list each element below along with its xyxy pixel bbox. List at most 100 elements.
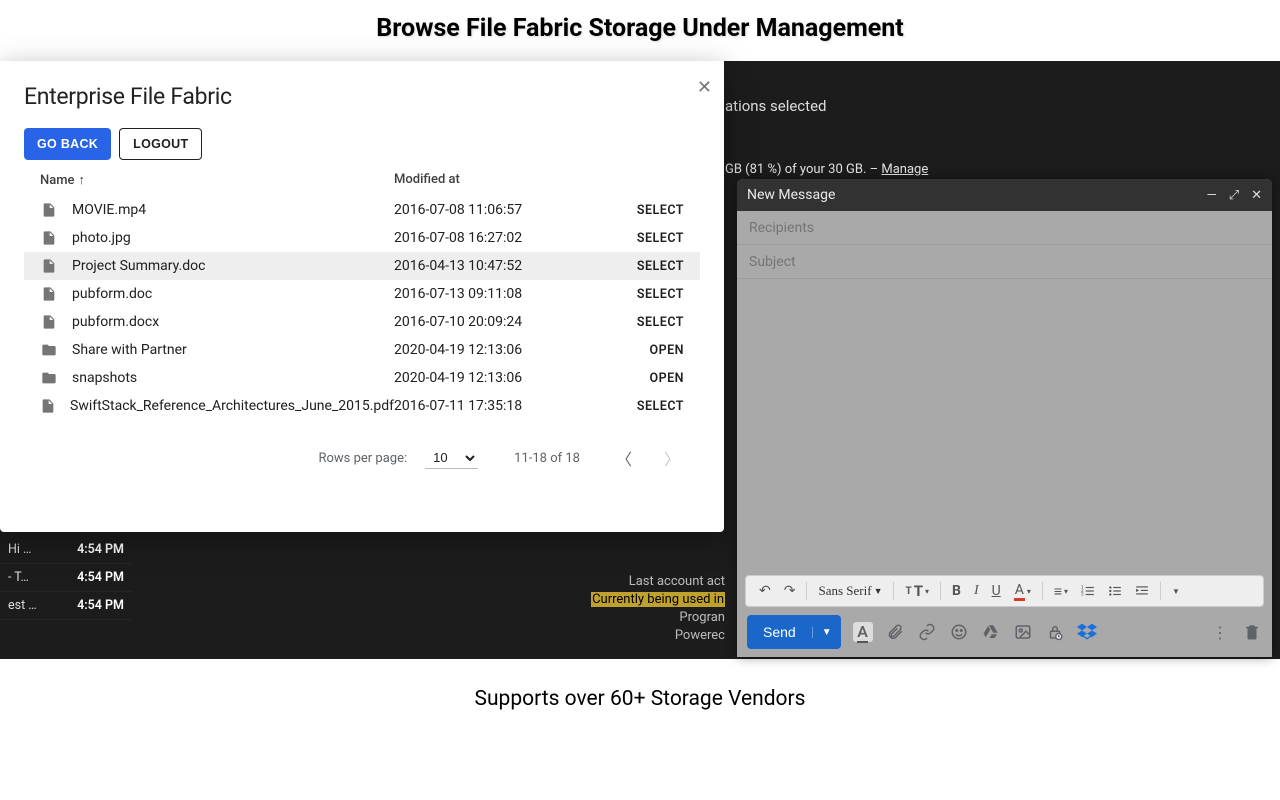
table-row[interactable]: pubform.doc 2016-07-13 09:11:08 SELECT (24, 280, 700, 308)
select-button[interactable]: SELECT (594, 231, 684, 246)
file-name: MOVIE.mp4 (72, 202, 146, 218)
folder-icon (40, 341, 58, 359)
emoji-icon[interactable] (949, 622, 969, 642)
subject-field[interactable]: Subject (737, 245, 1272, 279)
table-row[interactable]: pubform.docx 2016-07-10 20:09:24 SELECT (24, 308, 700, 336)
open-button[interactable]: OPEN (594, 343, 684, 358)
select-button[interactable]: SELECT (594, 287, 684, 302)
compose-body[interactable] (737, 279, 1272, 575)
confidential-icon[interactable] (1045, 622, 1065, 642)
file-icon (40, 229, 58, 247)
inbox-row[interactable]: est …4:54 PM (0, 592, 132, 620)
storage-usage-partial: GB (81 %) of your 30 GB. – Manage (725, 162, 928, 177)
send-options-icon[interactable]: ▼ (812, 627, 841, 638)
table-row[interactable]: SwiftStack_Reference_Architectures_June_… (24, 392, 700, 420)
open-button[interactable]: OPEN (594, 371, 684, 386)
page-subtitle: Supports over 60+ Storage Vendors (0, 659, 1280, 739)
column-modified[interactable]: Modified at (394, 172, 594, 188)
modified-at: 2016-04-13 10:47:52 (394, 258, 594, 274)
file-icon (40, 201, 58, 219)
table-row[interactable]: snapshots 2020-04-19 12:13:06 OPEN (24, 364, 700, 392)
file-icon (40, 397, 56, 415)
minimize-icon[interactable]: — (1207, 188, 1217, 203)
logout-button[interactable]: LOGOUT (119, 128, 202, 160)
dropbox-icon[interactable] (1077, 622, 1097, 642)
sort-ascending-icon: ↑ (79, 172, 86, 188)
formatting-toolbar: ↶ ↷ Sans Serif ▼ TT ▾ B I U A ▾ ≡ ▾ 123 … (745, 575, 1264, 607)
italic-icon[interactable]: I (969, 580, 984, 602)
compose-window: New Message — ⤢ ✕ Recipients Subject ↶ ↷… (737, 179, 1272, 657)
table-row[interactable]: photo.jpg 2016-07-08 16:27:02 SELECT (24, 224, 700, 252)
file-name: photo.jpg (72, 230, 131, 246)
next-page-icon[interactable]: 〉 (664, 446, 680, 470)
compose-title: New Message (747, 187, 835, 203)
table-row[interactable]: Project Summary.doc 2016-04-13 10:47:52 … (24, 252, 700, 280)
file-name: Project Summary.doc (72, 258, 205, 274)
page-title: Browse File Fabric Storage Under Managem… (0, 0, 1280, 61)
table-row[interactable]: Share with Partner 2020-04-19 12:13:06 O… (24, 336, 700, 364)
go-back-button[interactable]: GO BACK (24, 128, 111, 160)
pagination: Rows per page: 10 11-18 of 18 〈 〉 (24, 420, 700, 470)
modified-at: 2016-07-11 17:35:18 (394, 398, 594, 414)
file-name: Share with Partner (72, 342, 187, 358)
rows-per-page-select[interactable]: 10 (425, 447, 478, 469)
align-icon[interactable]: ≡ ▾ (1049, 580, 1073, 603)
select-button[interactable]: SELECT (594, 259, 684, 274)
folder-icon (40, 369, 58, 387)
drive-icon[interactable] (981, 622, 1001, 642)
image-icon[interactable] (1013, 622, 1033, 642)
file-icon (40, 257, 58, 275)
account-activity-block: Last account act Currently being used in… (591, 573, 725, 645)
inbox-row[interactable]: Hi …4:54 PM (0, 536, 132, 564)
modal-title: Enterprise File Fabric (24, 83, 700, 110)
file-name: SwiftStack_Reference_Architectures_June_… (70, 398, 394, 414)
send-button[interactable]: Send ▼ (747, 615, 841, 649)
file-name: pubform.doc (72, 286, 152, 302)
attach-icon[interactable] (885, 622, 905, 642)
select-button[interactable]: SELECT (594, 399, 684, 414)
selection-status-partial: ations selected (725, 97, 826, 115)
modified-at: 2020-04-19 12:13:06 (394, 370, 594, 386)
file-name: snapshots (72, 370, 137, 386)
modified-at: 2016-07-08 16:27:02 (394, 230, 594, 246)
modified-at: 2016-07-10 20:09:24 (394, 314, 594, 330)
font-size-icon[interactable]: TT ▾ (900, 579, 934, 603)
prev-page-icon[interactable]: 〈 (616, 446, 632, 470)
text-format-toggle-icon[interactable]: A (853, 622, 873, 642)
discard-icon[interactable] (1242, 622, 1262, 642)
modified-at: 2016-07-13 09:11:08 (394, 286, 594, 302)
rows-per-page-label: Rows per page: (318, 451, 407, 466)
file-picker-modal: ✕ Enterprise File Fabric GO BACK LOGOUT … (0, 61, 724, 532)
recipients-field[interactable]: Recipients (737, 211, 1272, 245)
select-button[interactable]: SELECT (594, 203, 684, 218)
send-toolbar: Send ▼ A (737, 607, 1272, 657)
redo-icon[interactable]: ↷ (779, 580, 801, 602)
select-button[interactable]: SELECT (594, 315, 684, 330)
underline-icon[interactable]: U (987, 580, 1006, 602)
table-row[interactable]: MOVIE.mp4 2016-07-08 11:06:57 SELECT (24, 196, 700, 224)
expand-icon[interactable]: ⤢ (1229, 188, 1239, 203)
more-icon[interactable]: ⋮ (1210, 622, 1230, 642)
manage-link[interactable]: Manage (881, 162, 928, 177)
file-icon (40, 285, 58, 303)
close-icon[interactable]: ✕ (697, 77, 712, 98)
modified-at: 2016-07-08 11:06:57 (394, 202, 594, 218)
page-range: 11-18 of 18 (514, 451, 580, 466)
inbox-row[interactable]: - T…4:54 PM (0, 564, 132, 592)
font-family-select[interactable]: Sans Serif ▼ (813, 580, 887, 602)
numbered-list-icon[interactable]: 123 (1076, 581, 1100, 601)
indent-icon[interactable] (1130, 581, 1154, 601)
close-compose-icon[interactable]: ✕ (1251, 188, 1262, 203)
undo-icon[interactable]: ↶ (754, 580, 776, 602)
table-header: Name ↑ Modified at (24, 172, 700, 196)
file-name: pubform.docx (72, 314, 159, 330)
inbox-preview-strip: Hi …4:54 PM- T…4:54 PMest …4:54 PM (0, 536, 132, 620)
more-formatting-icon[interactable]: ▼ (1167, 584, 1185, 599)
column-name[interactable]: Name ↑ (40, 172, 394, 188)
modified-at: 2020-04-19 12:13:06 (394, 342, 594, 358)
text-color-icon[interactable]: A ▾ (1009, 579, 1036, 604)
bullet-list-icon[interactable] (1103, 581, 1127, 601)
bold-icon[interactable]: B (947, 580, 966, 602)
file-icon (40, 313, 58, 331)
link-icon[interactable] (917, 622, 937, 642)
